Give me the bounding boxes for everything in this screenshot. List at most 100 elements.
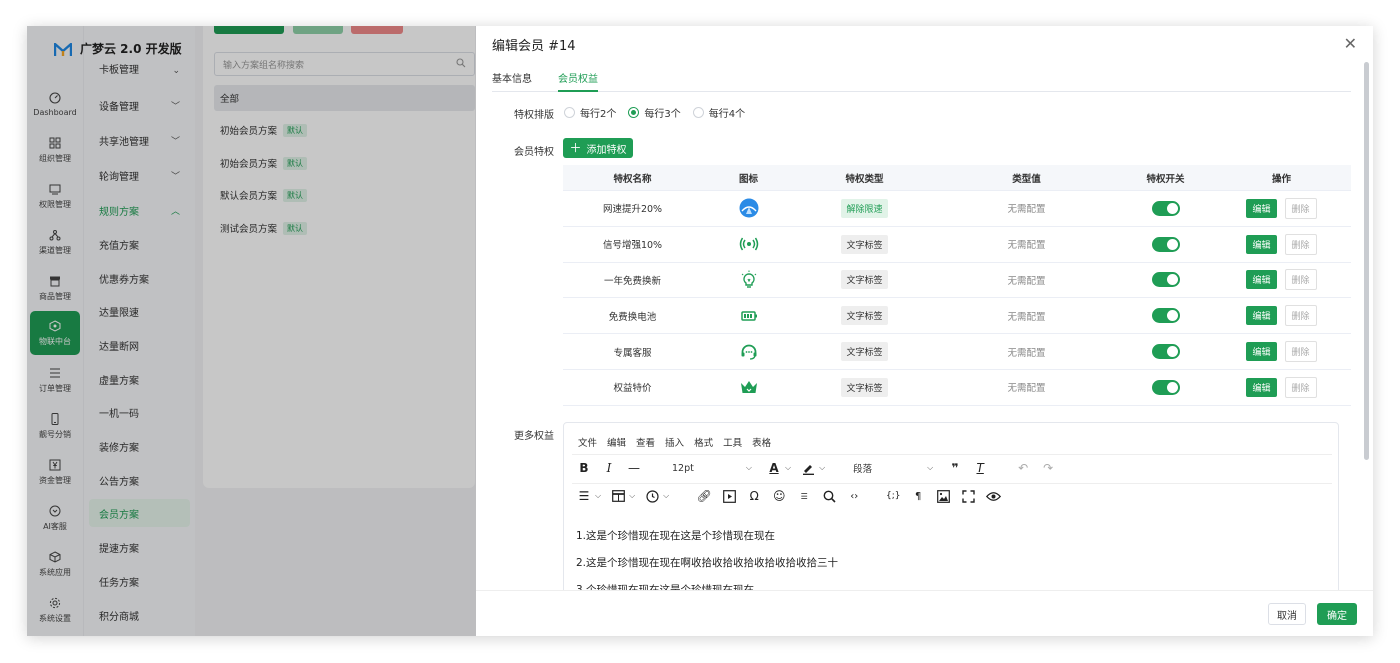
edit-button[interactable]: 编辑 [1246,270,1277,290]
privilege-name: 一年免费换新 [603,275,661,287]
bullet-list-icon[interactable]: ☰ [576,488,592,504]
privilege-toggle[interactable] [1151,200,1180,216]
crown-icon [739,377,759,397]
privilege-type-tag: 文字标签 [841,234,888,254]
layout-option-2[interactable]: 每行2个 [564,105,616,120]
edit-button[interactable]: 编辑 [1246,306,1277,326]
edit-button[interactable]: 编辑 [1246,198,1277,218]
chevron-down-icon[interactable]: ⌵ [629,491,635,501]
menu-table[interactable]: 表格 [752,435,771,449]
delete-button[interactable]: 删除 [1284,376,1317,398]
search-icon[interactable] [821,488,837,504]
content-line: 1.这是个珍惜现在现在这是个珍惜现在现在 [576,530,776,542]
privilege-actions: 编辑 删除 [1212,191,1351,226]
fullscreen-icon[interactable] [960,488,976,504]
text-color-icon[interactable]: A [766,460,782,476]
media-icon[interactable] [721,488,737,504]
chevron-down-icon[interactable]: ⌵ [663,491,669,501]
tab-basic-info[interactable]: 基本信息 [492,64,532,92]
font-size-select[interactable]: 12pt ⌵ [667,459,757,477]
emoji-icon[interactable]: ☺ [771,488,787,504]
drawer-footer: 取消 确定 [476,590,1373,636]
bold-icon[interactable]: B [576,460,592,476]
rich-text-editor: 文件 编辑 查看 插入 格式 工具 表格 B I — 12pt ⌵ A ⌵ ⌵ … [563,422,1339,602]
code-icon[interactable]: ‹› [846,488,862,504]
clock-icon[interactable] [644,488,660,504]
italic-icon[interactable]: I [601,460,617,476]
menu-view[interactable]: 查看 [636,435,655,449]
privilege-toggle[interactable] [1151,272,1180,288]
visual-blocks-icon[interactable]: ¶ [910,488,926,504]
cancel-button[interactable]: 取消 [1268,603,1306,625]
clear-format-icon[interactable]: T [972,460,988,476]
bulb-icon [739,270,759,290]
link-icon[interactable]: 🔗︎ [696,488,712,504]
toolbar-divider [572,454,1332,455]
horizontal-rule-icon[interactable]: — [626,460,642,476]
editor-menubar: 文件 编辑 查看 插入 格式 工具 表格 [578,435,771,449]
privilege-value: 无需配置 [1007,204,1046,216]
table-row: 专属客服 文字标签 无需配置 编辑 删除 [563,334,1351,370]
privilege-icon-cell [702,263,795,298]
drawer-title: 编辑会员 #14 [492,38,576,54]
table-icon[interactable] [610,488,626,504]
delete-button[interactable]: 删除 [1284,305,1317,327]
image-icon[interactable] [935,488,951,504]
edit-button[interactable]: 编辑 [1246,342,1277,362]
code-sample-icon[interactable]: {;} [885,488,901,504]
privilege-switch-cell [1119,263,1212,298]
layout-option-3[interactable]: 每行3个 [628,105,681,120]
drawer-scrollbar[interactable] [1364,62,1369,460]
blockquote-icon[interactable]: ❞ [947,460,963,476]
privilege-value: 无需配置 [1007,383,1046,395]
chevron-down-icon[interactable]: ⌵ [785,463,791,473]
menu-edit[interactable]: 编辑 [607,435,626,449]
table-row: 免费换电池 文字标签 无需配置 编辑 删除 [563,298,1351,335]
menu-tools[interactable]: 工具 [723,435,742,449]
highlight-icon[interactable] [800,460,816,476]
privilege-switch-cell [1119,227,1212,262]
privilege-toggle[interactable] [1151,236,1180,252]
delete-button[interactable]: 删除 [1284,233,1317,255]
layout-option-4[interactable]: 每行4个 [692,105,745,120]
preview-icon[interactable] [985,488,1001,504]
add-privilege-button[interactable]: ＋ 添加特权 [563,138,633,158]
chevron-down-icon[interactable]: ⌵ [595,491,601,501]
radio-icon [692,107,704,118]
privilege-type-cell: 解除限速 [795,191,934,226]
chevron-down-icon[interactable]: ⌵ [819,463,825,473]
page-break-icon[interactable]: ☰ [796,488,812,504]
radio-label: 每行2个 [580,109,617,120]
table-row: 信号增强10% 文字标签 无需配置 编辑 删除 [563,227,1351,263]
close-icon[interactable]: ✕ [1344,36,1357,52]
undo-icon[interactable]: ↶ [1015,460,1031,476]
delete-button[interactable]: 删除 [1284,197,1317,219]
privilege-actions: 编辑 删除 [1212,298,1351,333]
special-char-icon[interactable]: Ω [746,488,762,504]
privilege-toggle[interactable] [1151,344,1180,360]
delete-button[interactable]: 删除 [1284,341,1317,363]
edit-button[interactable]: 编辑 [1246,234,1277,254]
privilege-toggle[interactable] [1151,379,1180,395]
edit-button[interactable]: 编辑 [1246,377,1277,397]
privilege-type-tag: 文字标签 [841,306,888,326]
modal-overlay[interactable] [27,26,476,636]
menu-file[interactable]: 文件 [578,435,597,449]
privilege-switch-cell [1119,191,1212,226]
redo-icon[interactable]: ↷ [1040,460,1056,476]
chevron-down-icon: ⌵ [927,463,934,472]
tab-member-benefits[interactable]: 会员权益 [558,64,598,92]
confirm-button[interactable]: 确定 [1317,603,1357,625]
menu-format[interactable]: 格式 [694,435,713,449]
layout-radio-group: 每行2个 每行3个 每行4个 [564,105,745,120]
menu-insert[interactable]: 插入 [665,435,684,449]
delete-button[interactable]: 删除 [1284,269,1317,291]
header-switch: 特权开关 [1146,173,1185,185]
more-benefits-label: 更多权益 [514,431,554,442]
privilege-actions: 编辑 删除 [1212,227,1351,262]
app-window: Dashboard 组织管理 权限管理 渠道管理 商品管理 物联中台 订单管理 … [27,26,1373,636]
privilege-toggle[interactable] [1151,308,1180,324]
privilege-name: 网速提升20% [602,204,663,216]
content-line: 2.这是个珍惜现在现在啊收拾收拾收拾收拾收拾收拾三十 [576,557,839,569]
block-format-select[interactable]: 段落 ⌵ [848,459,938,477]
